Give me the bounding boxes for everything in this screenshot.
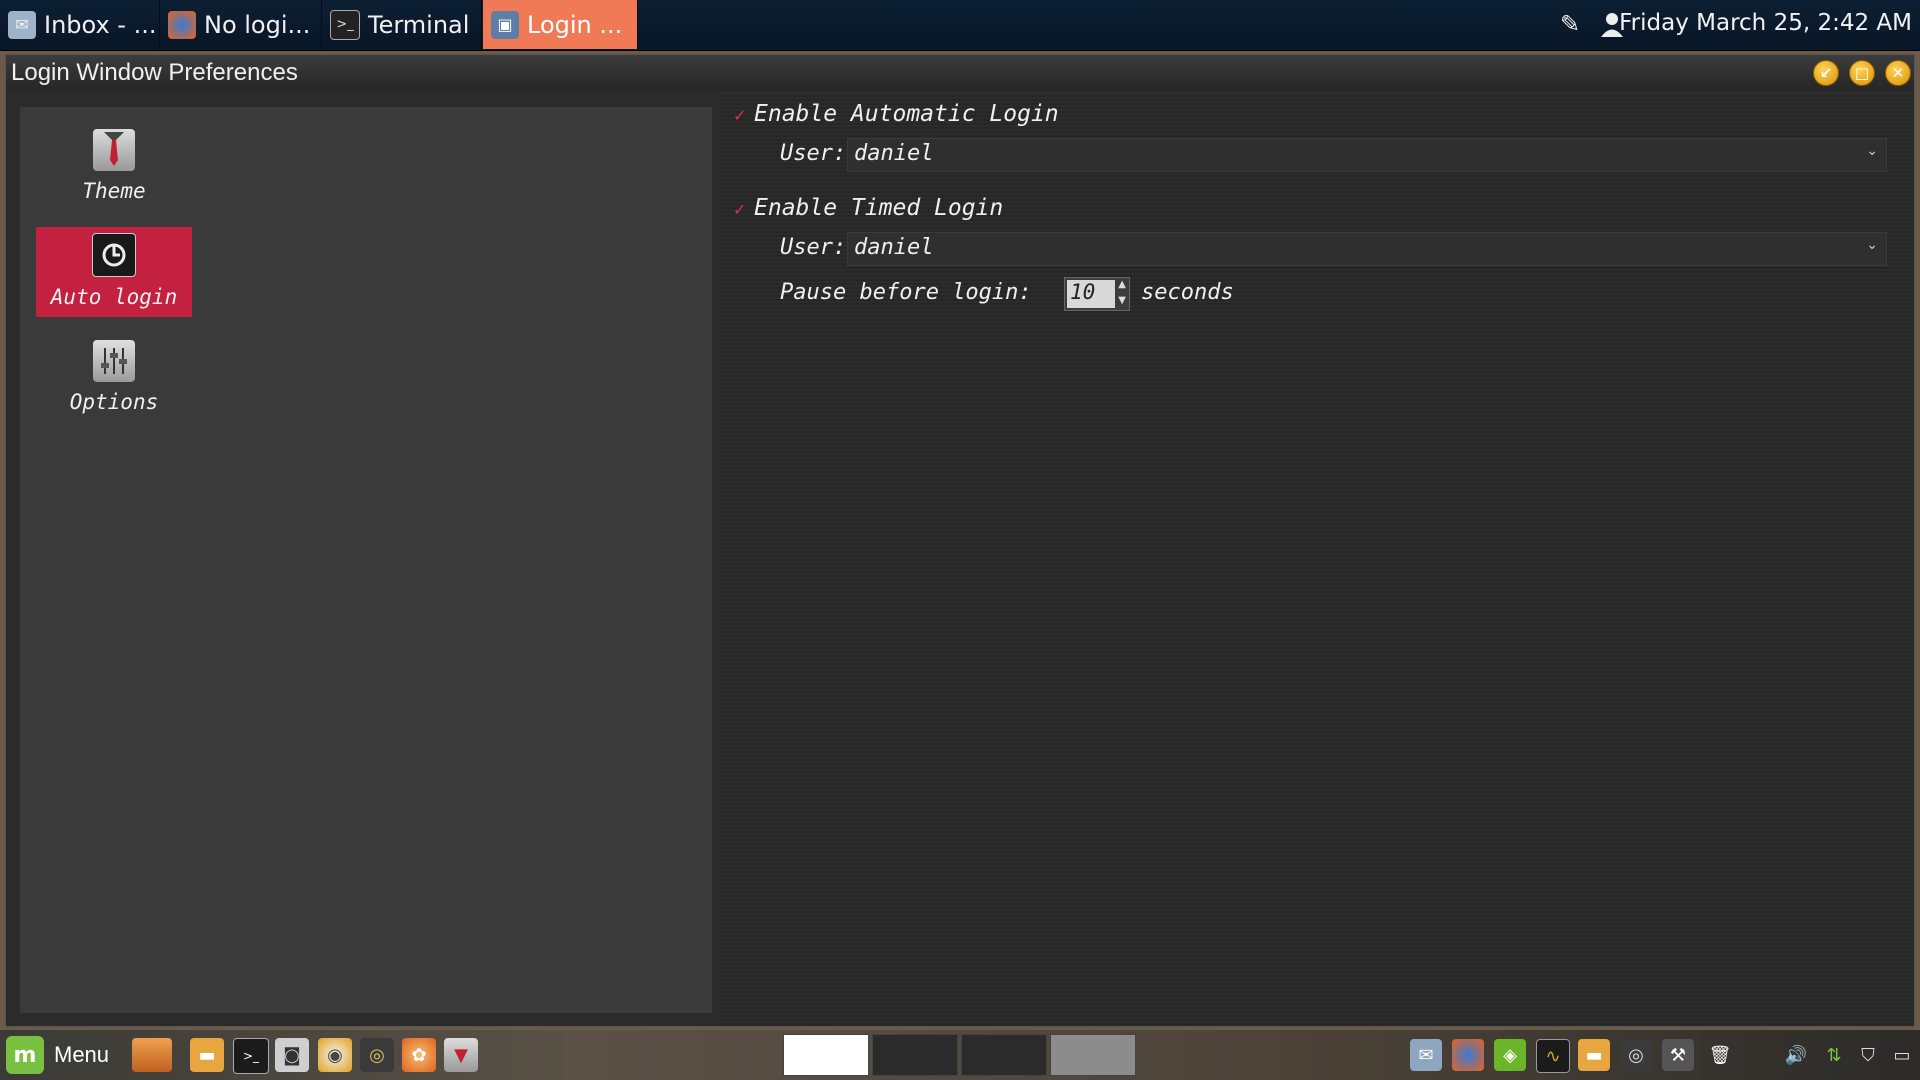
chromium-icon[interactable]: ◉ xyxy=(318,1038,352,1072)
automatic-login-checkbox[interactable]: ✓ xyxy=(733,108,747,124)
task-inbox[interactable]: ✉ Inbox - ... xyxy=(0,0,160,49)
maximize-button[interactable]: □ xyxy=(1849,60,1875,86)
theme-launcher-icon[interactable]: ▼ xyxy=(444,1038,478,1072)
pause-seconds-spinner[interactable]: 10 ▲ ▼ xyxy=(1064,277,1130,311)
task-terminal[interactable]: >_ Terminal xyxy=(322,0,482,49)
theme-tie-icon xyxy=(93,129,135,171)
show-desktop-icon[interactable] xyxy=(132,1038,172,1072)
network-icon[interactable]: ⇅ xyxy=(1818,1039,1850,1071)
spin-down-icon[interactable]: ▼ xyxy=(1118,295,1126,306)
sidebar-item-label: Options xyxy=(69,390,159,414)
sidebar-item-options[interactable]: Options xyxy=(36,332,192,422)
sidebar-item-theme[interactable]: Theme xyxy=(36,121,192,211)
combobox-value: daniel xyxy=(854,141,934,166)
pause-seconds-value[interactable]: 10 xyxy=(1067,280,1115,308)
top-panel: ✉ Inbox - ... No logi... >_ Terminal ▣ L… xyxy=(0,0,1920,51)
window-title: Login Window Preferences xyxy=(11,59,298,86)
clock[interactable]: Friday March 25, 2:42 AM xyxy=(1619,10,1912,36)
titlebar[interactable]: Login Window Preferences ↙ □ ✕ xyxy=(6,55,1914,91)
menu-label: Menu xyxy=(54,1042,110,1067)
tools-icon[interactable]: ⚒ xyxy=(1662,1039,1694,1071)
system-monitor-icon[interactable]: ∿ xyxy=(1536,1039,1570,1073)
options-sliders-icon xyxy=(93,340,135,382)
pause-before-login-label: Pause before login: xyxy=(780,280,1032,305)
task-firefox[interactable]: No logi... xyxy=(160,0,322,49)
firefox-icon xyxy=(168,10,196,39)
sidebar-item-label: Theme xyxy=(82,179,146,203)
display-icon[interactable]: ▭ xyxy=(1886,1039,1918,1071)
firefox-tray-icon[interactable] xyxy=(1452,1039,1484,1071)
mail-tray-icon[interactable]: ✉ xyxy=(1410,1039,1442,1071)
mail-icon: ✉ xyxy=(8,10,36,39)
automatic-login-label[interactable]: Enable Automatic Login xyxy=(754,101,1059,127)
task-label: Terminal xyxy=(368,10,470,39)
volume-icon[interactable]: 🔊 xyxy=(1780,1039,1812,1071)
sidebar-item-auto-login[interactable]: Auto login xyxy=(36,227,192,317)
chevron-down-icon: ⌄ xyxy=(1866,237,1878,253)
sidebar: Theme Auto login Options xyxy=(20,107,712,1013)
combobox-value: daniel xyxy=(854,235,934,260)
auto-login-power-icon xyxy=(92,233,136,277)
workspace-3[interactable] xyxy=(961,1034,1047,1076)
workspace-1[interactable] xyxy=(783,1034,869,1076)
close-button[interactable]: ✕ xyxy=(1885,60,1911,86)
pinguy-icon[interactable]: ✿ xyxy=(402,1038,436,1072)
minimize-button[interactable]: ↙ xyxy=(1813,60,1839,86)
terminal-icon: >_ xyxy=(330,9,360,40)
automatic-user-label: User: xyxy=(780,141,847,166)
timed-login-label[interactable]: Enable Timed Login xyxy=(754,195,1003,221)
workspace-4[interactable] xyxy=(1050,1034,1136,1076)
bottom-panel: m Menu ▬ >_ ◙ ◉ ◎ ✿ ▼ ✉ ◈ ∿ ▬ ◎ ⚒ 🗑 🔊 ⇅ … xyxy=(0,1030,1920,1080)
chevron-down-icon: ⌄ xyxy=(1866,143,1878,159)
task-login-window[interactable]: ▣ Login ... xyxy=(483,0,638,49)
automatic-user-combobox[interactable]: daniel ⌄ xyxy=(847,138,1887,172)
disk-icon[interactable]: ◎ xyxy=(1620,1039,1652,1071)
music-player-icon[interactable]: ◎ xyxy=(360,1038,394,1072)
auto-login-panel: ✓ Enable Automatic Login User: daniel ⌄ … xyxy=(722,95,1912,1025)
shield-icon[interactable]: ⛉ xyxy=(1852,1039,1884,1071)
sidebar-item-label: Auto login xyxy=(50,285,178,309)
workspace-2[interactable] xyxy=(872,1034,958,1076)
files-tray-icon[interactable]: ▬ xyxy=(1578,1039,1610,1071)
nvidia-icon[interactable]: ◈ xyxy=(1494,1039,1526,1071)
trash-icon[interactable]: 🗑 xyxy=(1704,1039,1736,1071)
mint-logo-icon: m xyxy=(6,1036,44,1074)
timed-login-checkbox[interactable]: ✓ xyxy=(733,202,747,218)
seconds-label: seconds xyxy=(1141,280,1234,305)
login-window-icon: ▣ xyxy=(491,10,519,39)
menu-button[interactable]: m Menu xyxy=(6,1036,109,1074)
timed-user-combobox[interactable]: daniel ⌄ xyxy=(847,232,1887,266)
login-window-preferences: Login Window Preferences ↙ □ ✕ Theme Aut… xyxy=(5,54,1915,1027)
task-label: No logi... xyxy=(204,10,311,39)
folder-icon[interactable]: ▬ xyxy=(190,1038,224,1072)
camera-icon[interactable]: ◙ xyxy=(275,1038,309,1072)
task-label: Inbox - ... xyxy=(44,10,157,39)
spin-up-icon[interactable]: ▲ xyxy=(1118,279,1126,290)
pen-icon[interactable]: ✎ xyxy=(1560,10,1588,38)
task-label: Login ... xyxy=(527,10,623,39)
timed-user-label: User: xyxy=(780,235,847,260)
terminal-launcher-icon[interactable]: >_ xyxy=(233,1038,269,1074)
